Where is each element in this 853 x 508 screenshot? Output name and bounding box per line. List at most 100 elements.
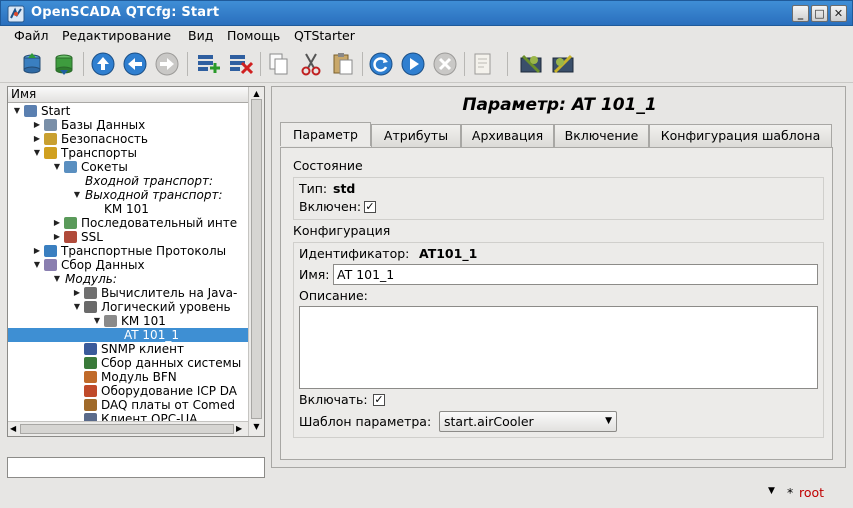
enabled-checkbox[interactable]: ✓ [364, 201, 376, 213]
collapsed-arrow-icon[interactable]: ▶ [32, 132, 42, 146]
menu-bar: Файл Редактирование Вид Помощь QTStarter [0, 26, 853, 46]
paste-icon[interactable] [330, 51, 356, 77]
config-group: Идентификатор: AT101_1 Имя: AT 101_1 Опи… [293, 242, 824, 438]
menu-view[interactable]: Вид [188, 28, 213, 43]
minimize-button[interactable]: _ [792, 5, 809, 22]
back-icon[interactable] [122, 51, 148, 77]
tab-parameter[interactable]: Параметр [280, 122, 371, 146]
collapsed-arrow-icon[interactable]: ▶ [72, 286, 82, 300]
expanded-arrow-icon[interactable]: ▼ [72, 188, 82, 202]
tree-item[interactable]: ▼ Выходной транспорт: [8, 188, 248, 202]
tree-item-label: Модуль BFN [101, 370, 177, 384]
tree-item[interactable]: DAQ платы от Comed [8, 398, 248, 412]
tree-item[interactable]: ▼ Транспорты [8, 146, 248, 160]
forward-icon[interactable] [154, 51, 180, 77]
collapsed-arrow-icon[interactable]: ▶ [52, 230, 62, 244]
delete-item-icon[interactable] [227, 51, 253, 77]
status-user-prefix: * [787, 485, 794, 500]
tree-item[interactable]: ▶ Транспортные Протоколы [8, 244, 248, 258]
tree-vertical-scrollbar[interactable]: ▲ ▼ [248, 87, 264, 436]
navigation-tree-panel: Имя ▼ Start ▶ Базы Данных ▶ Безопасность ▼ Тран… [7, 86, 265, 437]
expanded-arrow-icon[interactable]: ▼ [52, 160, 62, 174]
qtcfg-icon[interactable] [518, 51, 544, 77]
start-icon[interactable] [400, 51, 426, 77]
tree-item[interactable]: ▶ Последовательный инте [8, 216, 248, 230]
tree-item-label: Транспорты [61, 146, 138, 160]
enable-checkbox[interactable]: ✓ [373, 394, 385, 406]
tree-item[interactable]: Оборудование ICP DA [8, 384, 248, 398]
vision-ui-icon[interactable] [550, 51, 576, 77]
collapsed-arrow-icon[interactable]: ▶ [32, 118, 42, 132]
menu-edit[interactable]: Редактирование [62, 28, 171, 43]
add-item-icon[interactable] [195, 51, 221, 77]
tree-item[interactable]: ▼ Сбор Данных [8, 258, 248, 272]
db-save-icon[interactable] [51, 51, 77, 77]
close-button[interactable]: ✕ [830, 5, 847, 22]
tab-template-config[interactable]: Конфигурация шаблона [649, 124, 832, 147]
collapsed-arrow-icon[interactable]: ▶ [32, 244, 42, 258]
expanded-arrow-icon[interactable]: ▼ [52, 272, 62, 286]
name-input[interactable]: AT 101_1 [333, 264, 818, 285]
template-select-value: start.airCooler [444, 414, 534, 429]
tree-node-icon [44, 147, 57, 159]
tree-item[interactable]: SNMP клиент [8, 342, 248, 356]
stop-icon[interactable] [432, 51, 458, 77]
copy-icon[interactable] [266, 51, 292, 77]
tree-node-icon [64, 217, 77, 229]
tab-inclusion[interactable]: Включение [554, 124, 649, 147]
state-group-label: Состояние [293, 158, 363, 173]
description-textarea[interactable] [299, 306, 818, 389]
tree-horizontal-scrollbar[interactable]: ◀ ▶ [8, 421, 248, 436]
cut-icon[interactable] [298, 51, 324, 77]
db-load-icon[interactable] [19, 51, 45, 77]
tree-item[interactable]: ▼ Логический уровень [8, 300, 248, 314]
expanded-arrow-icon[interactable]: ▼ [32, 146, 42, 160]
manual-icon[interactable] [470, 51, 496, 77]
menu-qtstarter[interactable]: QTStarter [294, 28, 355, 43]
tree-item-label: KM 101 [121, 314, 166, 328]
tree-item[interactable]: ▶ Базы Данных [8, 118, 248, 132]
tree-item[interactable]: Входной транспорт: [8, 174, 248, 188]
menu-help[interactable]: Помощь [227, 28, 280, 43]
tree-item[interactable]: KM 101 [8, 202, 248, 216]
tree-item-label: Безопасность [61, 132, 148, 146]
status-user[interactable]: root [799, 485, 824, 500]
tab-content: Состояние Тип: std Включен: ✓ Конфигурац… [280, 147, 833, 460]
tab-archiving[interactable]: Архивация [461, 124, 554, 147]
toolbar [0, 46, 853, 83]
tree-item-label: Сбор Данных [61, 258, 145, 272]
tree-item[interactable]: ▼ KM 101 [8, 314, 248, 328]
template-select[interactable]: start.airCooler ▼ [439, 411, 617, 432]
tree-item[interactable]: AT 101_1 [8, 328, 248, 342]
chevron-down-icon: ▼ [605, 416, 612, 426]
tree-node-icon [44, 259, 57, 271]
tree-filter-input[interactable] [7, 457, 265, 478]
tree-item[interactable]: ▼ Сокеты [8, 160, 248, 174]
expanded-arrow-icon[interactable]: ▼ [72, 300, 82, 314]
enabled-label: Включен: [299, 199, 362, 214]
expanded-arrow-icon[interactable]: ▼ [92, 314, 102, 328]
status-dropdown-icon[interactable]: ▼ [768, 486, 775, 496]
tree-node-icon [84, 287, 97, 299]
tree-item[interactable]: ▶ SSL [8, 230, 248, 244]
tree-item[interactable]: Сбор данных системы [8, 356, 248, 370]
tree-node-icon [44, 119, 57, 131]
collapsed-arrow-icon[interactable]: ▶ [52, 216, 62, 230]
tab-attributes[interactable]: Атрибуты [371, 124, 461, 147]
tree-item-label: DAQ платы от Comed [101, 398, 235, 412]
tree-item[interactable]: ▶ Вычислитель на Java- [8, 286, 248, 300]
tree-item[interactable]: ▼ Модуль: [8, 272, 248, 286]
refresh-icon[interactable] [368, 51, 394, 77]
tree-item[interactable]: Модуль BFN [8, 370, 248, 384]
navigation-tree[interactable]: ▼ Start ▶ Базы Данных ▶ Безопасность ▼ Транспор… [8, 104, 248, 422]
up-icon[interactable] [90, 51, 116, 77]
maximize-button[interactable]: □ [811, 5, 828, 22]
expanded-arrow-icon[interactable]: ▼ [12, 104, 22, 118]
expanded-arrow-icon[interactable]: ▼ [32, 258, 42, 272]
tree-item-label: Выходной транспорт: [85, 188, 223, 202]
tree-item[interactable]: ▶ Безопасность [8, 132, 248, 146]
menu-file[interactable]: Файл [14, 28, 49, 43]
tree-item[interactable]: ▼ Start [8, 104, 248, 118]
tree-column-header[interactable]: Имя [8, 87, 248, 103]
toolbar-separator [260, 52, 261, 76]
